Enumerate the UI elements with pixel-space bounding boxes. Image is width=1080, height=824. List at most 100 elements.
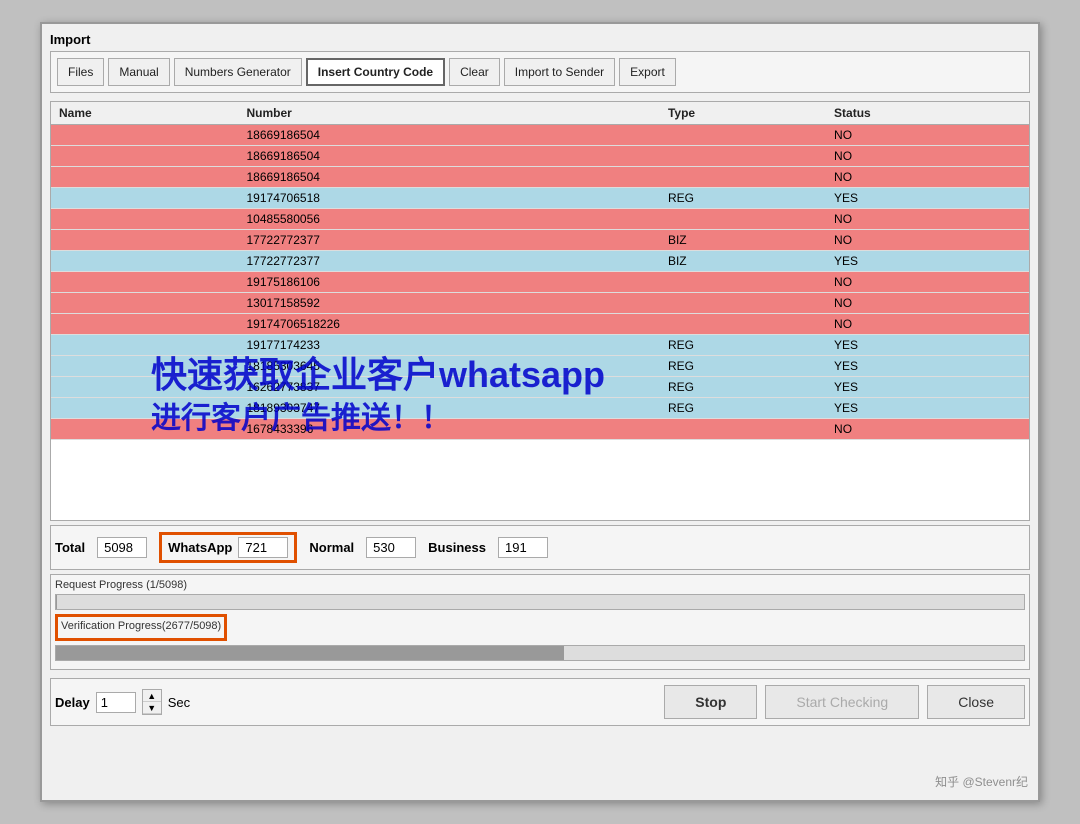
toolbar: Files Manual Numbers Generator Insert Co…: [50, 51, 1030, 93]
table-row[interactable]: 18669186504 NO: [51, 125, 1029, 146]
verification-bar-fill: [56, 646, 564, 660]
cell-type: [660, 209, 826, 230]
cell-number: 18669186504: [239, 146, 660, 167]
cell-status: YES: [826, 188, 1029, 209]
table-row[interactable]: 18669186504 NO: [51, 146, 1029, 167]
table-row[interactable]: 19175186106 NO: [51, 272, 1029, 293]
progress-section: Request Progress (1/5098) Verification P…: [50, 574, 1030, 670]
cell-type: REG: [660, 188, 826, 209]
main-window: Import Files Manual Numbers Generator In…: [40, 22, 1040, 802]
cell-name: [51, 377, 239, 398]
request-progress-bar: [55, 594, 1025, 610]
cell-number: 16262773837: [239, 377, 660, 398]
cell-status: NO: [826, 125, 1029, 146]
col-name: Name: [51, 102, 239, 125]
total-label: Total: [55, 540, 85, 555]
verification-progress-bar: [55, 645, 1025, 661]
section-title: Import: [50, 32, 1030, 47]
table-row[interactable]: 18189303747 REG YES: [51, 398, 1029, 419]
cell-name: [51, 209, 239, 230]
table-row[interactable]: 18669186504 NO: [51, 167, 1029, 188]
cell-type: REG: [660, 398, 826, 419]
table-row[interactable]: 16262773837 REG YES: [51, 377, 1029, 398]
numbers-gen-button[interactable]: Numbers Generator: [174, 58, 302, 86]
files-button[interactable]: Files: [57, 58, 104, 86]
delay-spinner[interactable]: ▲ ▼: [142, 689, 162, 715]
table-row[interactable]: 1678433396 NO: [51, 419, 1029, 440]
cell-status: NO: [826, 272, 1029, 293]
cell-number: 18185303645: [239, 356, 660, 377]
cell-name: [51, 335, 239, 356]
start-checking-button[interactable]: Start Checking: [765, 685, 919, 719]
cell-name: [51, 188, 239, 209]
bottom-section: Delay ▲ ▼ Sec Stop Start Checking Close: [50, 678, 1030, 726]
cell-status: NO: [826, 209, 1029, 230]
import-sender-button[interactable]: Import to Sender: [504, 58, 615, 86]
action-buttons: Stop Start Checking Close: [664, 685, 1025, 719]
table-row[interactable]: 10485580056 NO: [51, 209, 1029, 230]
cell-name: [51, 293, 239, 314]
verification-label-box: Verification Progress(2677/5098): [55, 614, 227, 641]
cell-status: NO: [826, 419, 1029, 440]
verification-label: Verification Progress(2677/5098): [61, 620, 221, 632]
request-progress-row: Request Progress (1/5098): [55, 579, 1025, 610]
table-row[interactable]: 18185303645 REG YES: [51, 356, 1029, 377]
clear-button[interactable]: Clear: [449, 58, 500, 86]
close-button[interactable]: Close: [927, 685, 1025, 719]
business-label: Business: [428, 540, 486, 555]
cell-number: 18669186504: [239, 167, 660, 188]
cell-type: REG: [660, 356, 826, 377]
cell-type: [660, 146, 826, 167]
table-row[interactable]: 19177174233 REG YES: [51, 335, 1029, 356]
cell-type: REG: [660, 335, 826, 356]
cell-status: NO: [826, 146, 1029, 167]
cell-name: [51, 314, 239, 335]
cell-number: 18669186504: [239, 125, 660, 146]
cell-number: 19174706518226: [239, 314, 660, 335]
export-button[interactable]: Export: [619, 58, 676, 86]
cell-type: [660, 125, 826, 146]
cell-status: NO: [826, 314, 1029, 335]
cell-number: 1678433396: [239, 419, 660, 440]
cell-name: [51, 251, 239, 272]
cell-status: YES: [826, 356, 1029, 377]
cell-status: YES: [826, 377, 1029, 398]
stop-button[interactable]: Stop: [664, 685, 757, 719]
business-value: 191: [498, 537, 548, 558]
table-row[interactable]: 19174706518226 NO: [51, 314, 1029, 335]
cell-type: [660, 293, 826, 314]
normal-value: 530: [366, 537, 416, 558]
table-row[interactable]: 13017158592 NO: [51, 293, 1029, 314]
data-table-container: Name Number Type Status 18669186504 NO 1…: [50, 101, 1030, 521]
cell-name: [51, 419, 239, 440]
cell-type: [660, 167, 826, 188]
table-row[interactable]: 17722772377 BIZ NO: [51, 230, 1029, 251]
data-table: Name Number Type Status 18669186504 NO 1…: [51, 102, 1029, 440]
spin-up[interactable]: ▲: [143, 690, 161, 702]
cell-number: 18189303747: [239, 398, 660, 419]
insert-country-button[interactable]: Insert Country Code: [306, 58, 445, 86]
cell-name: [51, 230, 239, 251]
cell-number: 13017158592: [239, 293, 660, 314]
cell-name: [51, 356, 239, 377]
cell-name: [51, 167, 239, 188]
cell-status: NO: [826, 293, 1029, 314]
cell-status: NO: [826, 167, 1029, 188]
col-type: Type: [660, 102, 826, 125]
cell-number: 19174706518: [239, 188, 660, 209]
request-label: Request Progress (1/5098): [55, 579, 1025, 591]
stats-row: Total 5098 WhatsApp 721 Normal 530 Busin…: [50, 525, 1030, 570]
cell-name: [51, 272, 239, 293]
cell-name: [51, 146, 239, 167]
delay-input[interactable]: [96, 692, 136, 713]
cell-type: BIZ: [660, 230, 826, 251]
cell-type: [660, 272, 826, 293]
delay-section: Delay ▲ ▼ Sec: [55, 689, 190, 715]
table-row[interactable]: 19174706518 REG YES: [51, 188, 1029, 209]
cell-status: NO: [826, 230, 1029, 251]
table-row[interactable]: 17722772377 BIZ YES: [51, 251, 1029, 272]
spin-down[interactable]: ▼: [143, 702, 161, 714]
manual-button[interactable]: Manual: [108, 58, 169, 86]
cell-status: YES: [826, 251, 1029, 272]
col-number: Number: [239, 102, 660, 125]
